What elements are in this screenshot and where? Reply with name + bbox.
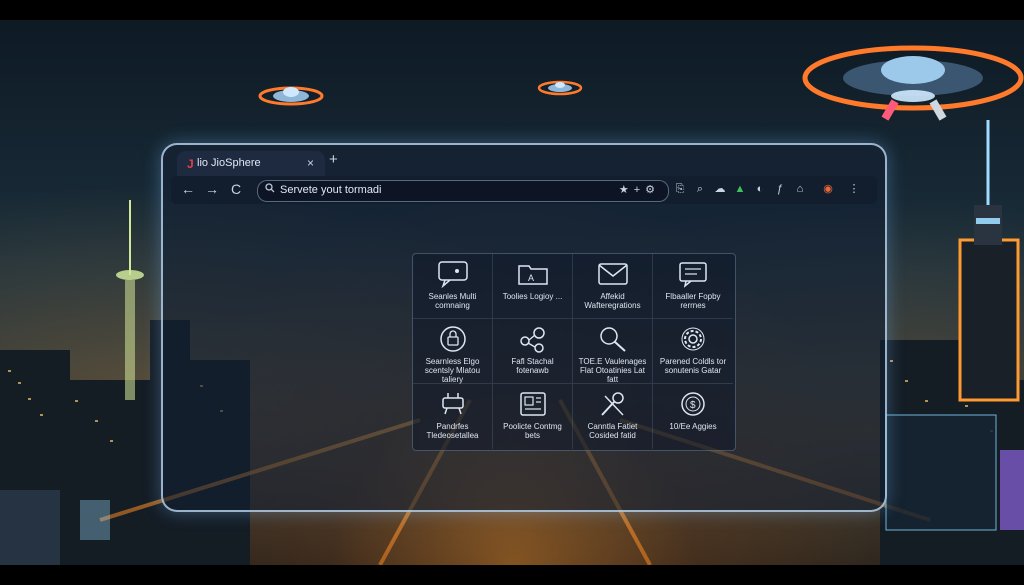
network-icon	[520, 327, 545, 353]
grid-cell-label: Searnless Elgo scentsly Mlatou taliery	[424, 357, 481, 384]
jio-logo: J	[187, 157, 194, 171]
ufo-large-right	[802, 45, 1024, 121]
close-tab-icon[interactable]: ×	[307, 156, 314, 170]
grid-cell-label: 10/Ee Aggies	[669, 422, 717, 431]
grid-cell-label: Seanles Multi comnaing	[428, 292, 477, 310]
search-icon	[265, 183, 275, 196]
extension-toggle-icon[interactable]: ◐	[753, 182, 767, 196]
grid-cell-label: Flbaaller Fopby rerrnes	[665, 292, 721, 310]
bookmark-star-icon[interactable]: ★+⚙	[619, 183, 660, 196]
grid-cell-2[interactable]: A Toolies Logioy ...	[493, 254, 573, 319]
coin-icon: $	[681, 392, 705, 416]
menu-kebab-icon[interactable]: ⋮	[847, 182, 861, 196]
letterbox-top	[0, 0, 1024, 20]
left-spire	[116, 200, 144, 400]
forward-button[interactable]: →	[205, 181, 219, 197]
new-tab-button[interactable]: +	[329, 152, 338, 167]
right-tower	[958, 120, 1020, 402]
grid-cell-4[interactable]: Flbaaller Fopby rerrnes	[653, 254, 733, 319]
search-icon	[600, 327, 626, 352]
grid-cell-label: Toolies Logioy ...	[502, 292, 563, 301]
grid-cell-9[interactable]: Pandrfes Tledeosetallea	[413, 384, 493, 449]
tools-icon	[601, 392, 624, 416]
svg-text:A: A	[528, 273, 534, 283]
letterbox-bottom	[0, 565, 1024, 585]
document-icon	[520, 392, 546, 416]
grid-cell-label: Fafl Stachal fotenawb	[511, 357, 554, 375]
extension-cloud-icon[interactable]: ☁	[713, 182, 727, 196]
grid-cell-1[interactable]: Seanles Multi comnaing	[413, 254, 493, 319]
chat-icon	[438, 261, 468, 288]
reload-button[interactable]: C	[231, 181, 241, 197]
browser-toolbar: ← → C Servete yout tormadi ★+⚙ ⎘ ⌕ ☁ ▲ ◐…	[171, 176, 877, 204]
grid-cell-8[interactable]: Parened Coldls tor sonutenis Gatar	[653, 319, 733, 384]
back-button[interactable]: ←	[181, 181, 195, 197]
address-text: Servete yout tormadi	[280, 184, 382, 196]
gear-icon	[681, 327, 705, 351]
grid-cell-label: Poolicte Contmg bets	[503, 422, 562, 440]
plug-icon	[442, 393, 464, 415]
grid-cell-6[interactable]: Fafl Stachal fotenawb	[493, 319, 573, 384]
grid-cell-5[interactable]: Searnless Elgo scentsly Mlatou taliery	[413, 319, 493, 384]
lock-icon	[440, 326, 466, 352]
tab-bar: J lio JioSphere × +	[163, 145, 885, 177]
profile-icon[interactable]: ◉	[821, 182, 835, 196]
svg-text:$: $	[690, 400, 696, 411]
extension-copy-icon[interactable]: ⎘	[673, 182, 687, 196]
browser-window: J lio JioSphere × + ← → C Servete yout t…	[161, 143, 887, 512]
ufo-small-center	[537, 80, 583, 96]
extension-drive-icon[interactable]: ▲	[733, 182, 747, 196]
extension-f-icon[interactable]: ƒ	[773, 182, 787, 196]
grid-cell-3[interactable]: Affekid Wafteregrations	[573, 254, 653, 319]
address-bar[interactable]: Servete yout tormadi ★+⚙	[257, 180, 669, 202]
grid-cell-label: Affekid Wafteregrations	[584, 292, 641, 310]
grid-cell-11[interactable]: Canntla Fatiet Cosided fatid	[573, 384, 653, 449]
grid-cell-label: Pandrfes Tledeosetallea	[426, 422, 479, 440]
extension-home-icon[interactable]: ⌂	[793, 182, 807, 196]
message-icon	[679, 262, 707, 288]
mail-icon	[598, 263, 628, 285]
tab-title: lio JioSphere	[197, 157, 261, 169]
tab-jiosphere[interactable]: J lio JioSphere ×	[177, 151, 325, 177]
grid-cell-10[interactable]: Poolicte Contmg bets	[493, 384, 573, 449]
grid-cell-label: TOE.E Vaulenages Flat Otoatinies Lat fat…	[578, 357, 647, 384]
grid-cell-7[interactable]: TOE.E Vaulenages Flat Otoatinies Lat fat…	[573, 319, 653, 384]
extension-search-icon[interactable]: ⌕	[693, 182, 707, 196]
ufo-small-left	[258, 86, 324, 106]
grid-cell-12[interactable]: $ 10/Ee Aggies	[653, 384, 733, 449]
grid-cell-label: Parened Coldls tor sonutenis Gatar	[659, 357, 727, 375]
folder-icon: A	[518, 265, 548, 285]
grid-cell-label: Canntla Fatiet Cosided fatid	[587, 422, 638, 440]
feature-grid: Seanles Multi comnaing A Toolies Logioy …	[412, 253, 736, 451]
